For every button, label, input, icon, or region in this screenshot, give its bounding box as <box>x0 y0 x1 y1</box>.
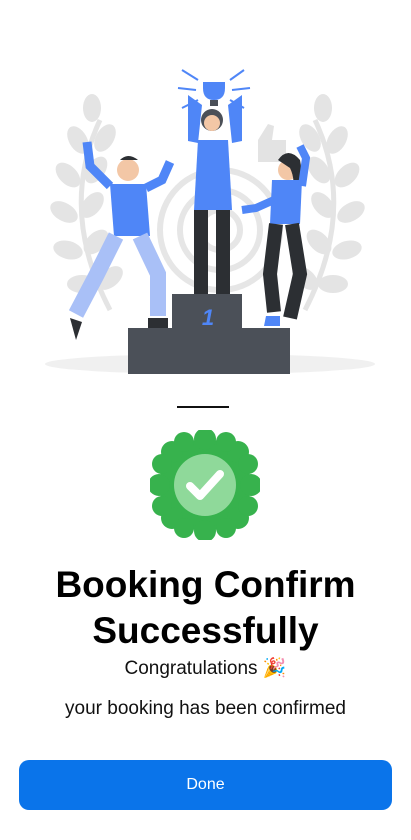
celebration-illustration: 1 <box>45 69 375 374</box>
title-line-1: Booking Confirm <box>55 564 356 605</box>
confirmation-title: Booking Confirm Successfully <box>0 562 411 654</box>
podium-rank-label: 1 <box>202 305 214 330</box>
party-popper-icon: 🎉 <box>262 658 287 679</box>
right-figure <box>241 144 311 326</box>
title-line-2: Successfully <box>92 610 319 651</box>
done-button[interactable]: Done <box>19 760 392 810</box>
check-badge-icon <box>150 430 260 540</box>
divider <box>177 406 229 408</box>
confirmation-message: your booking has been confirmed <box>65 698 346 719</box>
congratulations-text: Congratulations 🎉 <box>0 656 411 680</box>
congrats-label: Congratulations <box>124 658 258 679</box>
